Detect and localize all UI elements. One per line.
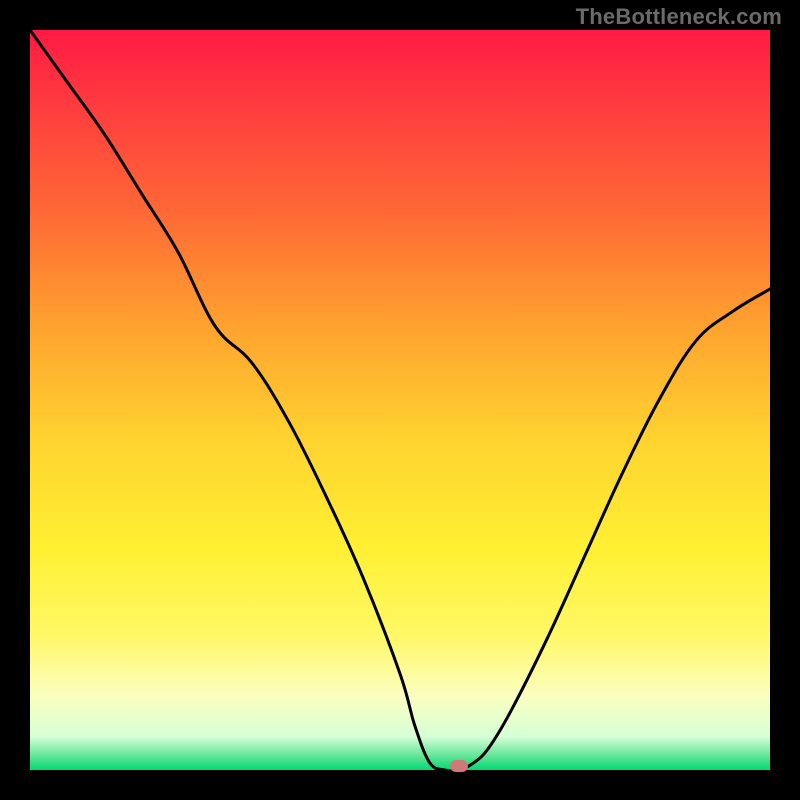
chart-container: TheBottleneck.com <box>0 0 800 800</box>
plot-area <box>30 30 770 770</box>
optimal-point-marker <box>450 760 468 772</box>
watermark-text: TheBottleneck.com <box>576 4 782 30</box>
curve-svg <box>30 30 770 770</box>
